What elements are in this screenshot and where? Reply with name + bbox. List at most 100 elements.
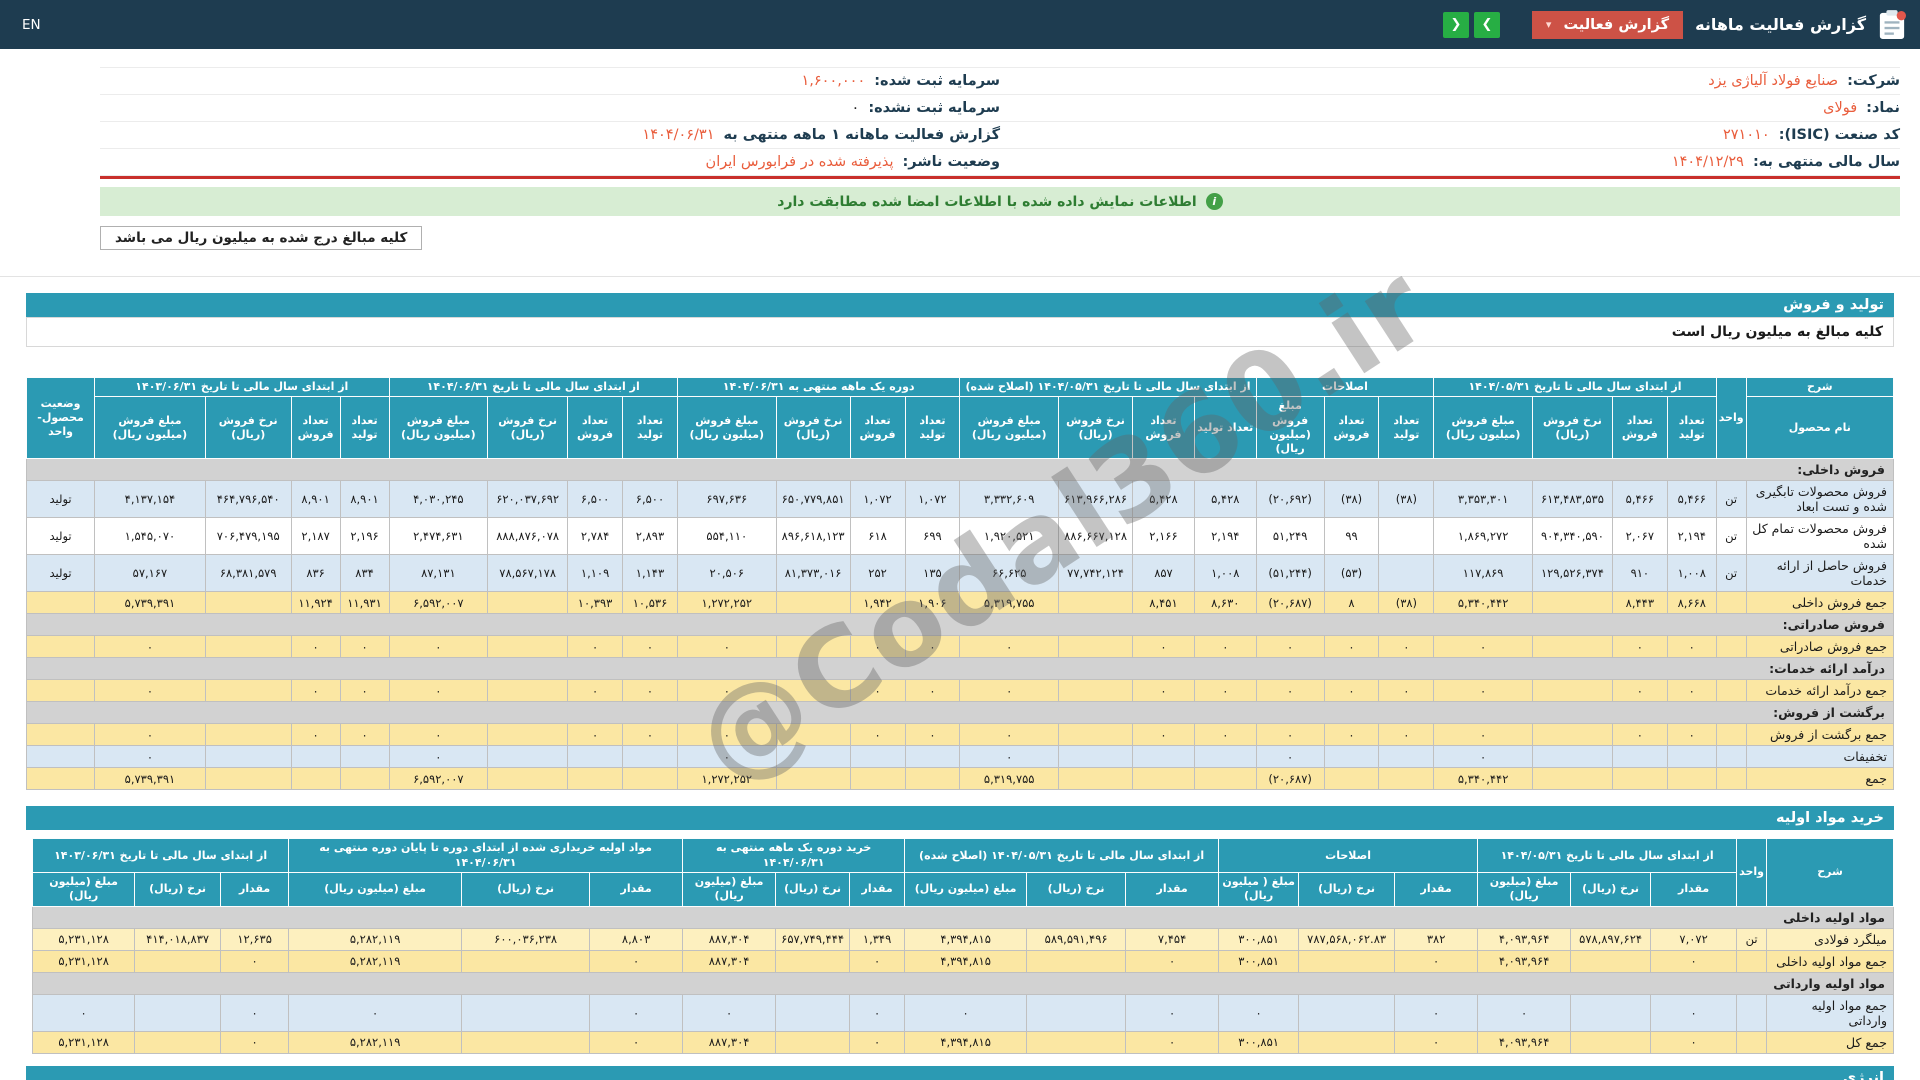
value-cell bbox=[461, 949, 591, 973]
value-cell: ۵,۷۳۹,۳۹۱ bbox=[94, 767, 206, 791]
value-cell bbox=[1378, 554, 1435, 593]
value-cell: ۳۸۲ bbox=[1394, 927, 1479, 951]
info-row-report-period: گزارش فعالیت ماهانه ۱ ماهه منتهی به ۱۴۰۴… bbox=[100, 122, 1000, 149]
value-cell: ۰ bbox=[288, 993, 463, 1032]
value-cell: ۰ bbox=[388, 723, 489, 747]
value-cell bbox=[1026, 993, 1127, 1032]
nav-back-button[interactable]: ❮ bbox=[1442, 11, 1469, 38]
page-title: گزارش فعالیت ماهانه bbox=[1695, 15, 1866, 34]
section-row: فروش داخلی: bbox=[26, 458, 1894, 482]
value-cell: ۵,۳۱۹,۷۵۵ bbox=[959, 591, 1060, 615]
value-cell: ۱,۱۴۳ bbox=[622, 554, 678, 593]
status-cell bbox=[25, 635, 96, 659]
value-cell: ۱,۰۰۸ bbox=[1666, 554, 1717, 593]
value-cell bbox=[1666, 745, 1717, 769]
value-cell: ۰ bbox=[589, 949, 684, 973]
measure-column-header: نرخ فروش (ریال) bbox=[487, 396, 569, 460]
value-cell: ۰ bbox=[1125, 1030, 1220, 1054]
measure-column-header: تعداد فروش bbox=[290, 396, 341, 460]
value-cell bbox=[1193, 767, 1257, 791]
measure-column-header: نرخ فروش (ریال) bbox=[1058, 396, 1134, 460]
value-cell: ۹۰۴,۳۴۰,۵۹۰ bbox=[1531, 517, 1613, 556]
product-name-cell: فروش حاصل از ارائه خدمات bbox=[1745, 554, 1895, 593]
value-cell bbox=[204, 745, 292, 769]
value-cell bbox=[1531, 723, 1613, 747]
status-cell bbox=[25, 745, 96, 769]
value-cell: ۰ bbox=[589, 1030, 684, 1054]
value-cell: ۳۰۰,۸۵۱ bbox=[1218, 927, 1300, 951]
unit-cell: تن bbox=[1736, 927, 1767, 951]
info-row-issuer-status: وضعیت ناشر: پذیرفته شده در فرابورس ایران bbox=[100, 149, 1000, 176]
info-label: سرمایه ثبت شده: bbox=[874, 73, 1000, 89]
section-label-cell: درآمد ارائه خدمات: bbox=[26, 657, 1894, 681]
value-cell: (۳۸) bbox=[1323, 480, 1380, 519]
value-cell: ۰ bbox=[682, 993, 777, 1032]
section-label-cell: مواد اولیه وارداتی bbox=[32, 971, 1894, 995]
value-cell: ۷,۰۷۲ bbox=[1650, 927, 1738, 951]
value-cell bbox=[1611, 767, 1668, 791]
value-cell: ۰ bbox=[1666, 635, 1717, 659]
value-cell: ۰ bbox=[339, 679, 390, 703]
product-name-cell: تخفیفات bbox=[1745, 745, 1895, 769]
product-name-cell: جمع فروش داخلی bbox=[1745, 591, 1895, 615]
value-cell: ۲,۷۸۴ bbox=[567, 517, 624, 556]
value-cell bbox=[487, 635, 569, 659]
value-cell: ۰ bbox=[1394, 1030, 1479, 1054]
value-cell: ۰ bbox=[388, 679, 489, 703]
value-cell: ۰ bbox=[849, 949, 906, 973]
value-cell: ۶۹۹ bbox=[904, 517, 961, 556]
value-cell: ۰ bbox=[567, 635, 624, 659]
measure-column-header: تعداد فروش bbox=[1611, 396, 1668, 460]
info-label: شرکت: bbox=[1847, 73, 1900, 89]
company-info: شرکت: صنایع فولاد آلیاژی یزد نماد: فولای… bbox=[100, 67, 1900, 179]
info-value: صنایع فولاد آلیاژی یزد bbox=[1708, 73, 1839, 89]
section-row: درآمد ارائه خدمات: bbox=[26, 657, 1894, 681]
value-cell: ۱,۹۰۶ bbox=[904, 591, 961, 615]
info-value: فولای bbox=[1823, 100, 1858, 116]
value-cell bbox=[204, 635, 292, 659]
status-cell: تولید bbox=[25, 554, 96, 593]
period-group-header: از ابتدای سال مالی تا تاریخ ۱۴۰۴/۰۵/۳۱ (… bbox=[904, 838, 1220, 874]
value-cell: ۱,۱۰۹ bbox=[567, 554, 624, 593]
value-cell: ۰ bbox=[1255, 679, 1325, 703]
header-sub-row: نام محصول تعداد تولید تعداد فروش نرخ فروش (… bbox=[27, 396, 1895, 460]
value-cell bbox=[849, 767, 906, 791]
status-cell bbox=[25, 767, 96, 791]
red-divider bbox=[100, 176, 1900, 179]
report-type-select[interactable]: گزارش فعالیت ▾ bbox=[1531, 10, 1684, 39]
value-cell bbox=[775, 993, 851, 1032]
header-group-row: شرح واحد از ابتدای سال مالی تا تاریخ ۱۴۰۴/… bbox=[25, 376, 1895, 460]
table-row: جمع مواد اولیه وارداتی ۰ ۰ ۰ ۰ ۰ ۰ ۰ ۰ ۰ ۰ ۰ ۰ bbox=[32, 993, 1894, 1032]
measure-column-header: تعداد فروش bbox=[849, 396, 906, 460]
value-cell: ۰ bbox=[959, 635, 1060, 659]
measure-column-header: تعداد فروش bbox=[567, 396, 624, 460]
value-cell: ۰ bbox=[1611, 635, 1668, 659]
measure-column-header: نرخ (ریال) bbox=[134, 872, 222, 907]
nav-forward-button[interactable]: ❯ bbox=[1473, 11, 1500, 38]
value-cell bbox=[1298, 949, 1396, 973]
value-cell: ۵,۲۳۱,۱۲۸ bbox=[32, 949, 136, 973]
value-cell bbox=[290, 745, 341, 769]
measure-column-header: مبلغ فروش (میلیون ریال) bbox=[959, 396, 1060, 460]
value-cell: ۸,۸۰۳ bbox=[589, 927, 684, 951]
measure-column-header: نرخ (ریال) bbox=[775, 872, 851, 907]
value-cell: ۵۷,۱۶۷ bbox=[94, 554, 206, 593]
status-cell bbox=[25, 723, 96, 747]
value-cell: (۵۳) bbox=[1323, 554, 1380, 593]
report-icon bbox=[1878, 9, 1906, 41]
value-cell bbox=[1132, 767, 1195, 791]
raw-materials-table: شرح واحد از ابتدای سال مالی تا تاریخ ۱۴۰۴/… bbox=[32, 838, 1894, 1054]
company-info-grid: شرکت: صنایع فولاد آلیاژی یزد نماد: فولای… bbox=[100, 68, 1900, 176]
table-row: جمع فروش داخلی ۸,۶۶۸ ۸,۴۴۳ ۵,۳۴۰,۴۴۲ (۳۸) ۸ (۲… bbox=[25, 591, 1895, 615]
topbar: گزارش فعالیت ماهانه گزارش فعالیت ▾ ❯ ❮ E… bbox=[0, 0, 1920, 49]
info-value: ۰ bbox=[851, 100, 860, 116]
table-row: میلگرد فولادی تن ۷,۰۷۲ ۵۷۸,۸۹۷,۶۲۴ ۴,۰۹۳,۹۶۴… bbox=[32, 927, 1894, 951]
signed-match-banner: i اطلاعات نمایش داده شده با اطلاعات امضا… bbox=[100, 187, 1900, 216]
product-name-cell: جمع فروش صادراتی bbox=[1745, 635, 1895, 659]
value-cell bbox=[904, 745, 961, 769]
value-cell: ۵,۳۴۰,۴۴۲ bbox=[1433, 767, 1533, 791]
value-cell bbox=[339, 767, 390, 791]
language-toggle[interactable]: EN bbox=[22, 17, 41, 33]
value-cell: ۰ bbox=[220, 949, 290, 973]
value-cell bbox=[1058, 679, 1134, 703]
